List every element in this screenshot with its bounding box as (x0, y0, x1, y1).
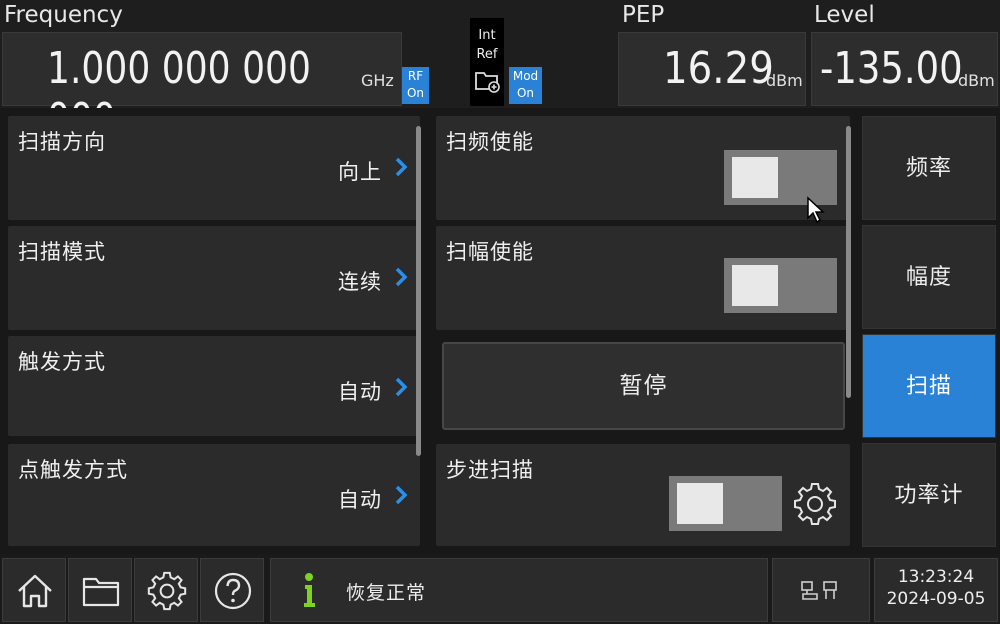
rf-badge-line1: RF (407, 69, 424, 83)
file-manager-button[interactable] (68, 558, 132, 622)
freq-sweep-title: 扫频使能 (446, 130, 534, 154)
folder-add-icon (475, 72, 500, 93)
status-bar: 恢复正常 (270, 558, 768, 622)
frequency-unit: GHz (361, 71, 394, 90)
amp-sweep-cell: 扫幅使能 (436, 226, 850, 330)
toggle-knob (732, 157, 778, 198)
mod-badge-line1: Mod (512, 69, 539, 83)
chevron-right-icon (395, 377, 408, 397)
pep-unit: dBm (766, 71, 803, 90)
sidebar-item-amplitude[interactable]: 幅度 (862, 225, 996, 329)
clock: 13:23:24 2024-09-05 (874, 558, 998, 622)
toggle-knob (732, 265, 778, 306)
sweep-direction-value: 向上 (338, 160, 382, 184)
settings-button[interactable] (134, 558, 198, 622)
amp-sweep-title: 扫幅使能 (446, 240, 534, 264)
point-trigger-mode-value: 自动 (338, 488, 382, 512)
frequency-display[interactable]: 1.000 000 000 000 GHz (2, 32, 402, 145)
sweep-mode-value: 连续 (338, 270, 382, 294)
network-status[interactable] (772, 558, 870, 622)
mod-on-badge[interactable]: Mod On (509, 67, 542, 104)
sweep-direction-title: 扫描方向 (18, 130, 106, 154)
point-trigger-mode-cell[interactable]: 点触发方式 自动 (8, 444, 420, 546)
rf-badge-line2: On (406, 86, 425, 100)
rf-on-badge[interactable]: RF On (402, 67, 429, 104)
trigger-mode-title: 触发方式 (18, 350, 106, 374)
pep-label: PEP (622, 2, 665, 28)
folder-icon (82, 577, 120, 607)
status-message: 恢复正常 (346, 582, 427, 604)
sidebar-item-frequency[interactable]: 频率 (862, 116, 996, 220)
help-button[interactable] (200, 558, 264, 622)
sweep-direction-cell[interactable]: 扫描方向 向上 (8, 116, 420, 220)
trigger-mode-cell[interactable]: 触发方式 自动 (8, 336, 420, 436)
left-scrollbar[interactable] (416, 126, 421, 456)
sidebar-item-power-meter[interactable]: 功率计 (862, 443, 996, 547)
sweep-mode-cell[interactable]: 扫描模式 连续 (8, 226, 420, 330)
sidebar-item-sweep[interactable]: 扫描 (862, 334, 996, 438)
pep-value: 16.29 (663, 43, 774, 94)
trigger-mode-value: 自动 (338, 380, 382, 404)
level-unit: dBm (958, 71, 995, 90)
level-label: Level (814, 2, 875, 28)
mouse-cursor-icon (807, 196, 825, 224)
sweep-mode-title: 扫描模式 (18, 240, 106, 264)
ref-line1: Int (478, 28, 496, 43)
right-scrollbar[interactable] (846, 126, 851, 398)
frequency-label: Frequency (4, 2, 123, 28)
home-icon (18, 574, 52, 608)
clock-date: 2024-09-05 (886, 589, 986, 609)
toggle-knob (677, 483, 723, 524)
level-value: -135.00 (820, 43, 963, 94)
home-button[interactable] (2, 558, 66, 622)
point-trigger-mode-title: 点触发方式 (18, 458, 128, 482)
chevron-right-icon (395, 485, 408, 505)
chevron-right-icon (395, 267, 408, 287)
pause-button[interactable]: 暂停 (442, 342, 845, 430)
level-display[interactable]: -135.00 dBm (811, 32, 998, 106)
freq-sweep-cell: 扫频使能 (436, 116, 850, 220)
info-icon (304, 573, 315, 607)
gear-icon[interactable] (793, 482, 837, 526)
amp-sweep-toggle[interactable] (724, 258, 837, 313)
step-sweep-cell: 步进扫描 (436, 444, 850, 546)
chevron-right-icon (395, 157, 408, 177)
gear-icon (147, 571, 187, 611)
clock-time: 13:23:24 (897, 567, 975, 587)
mod-badge-line2: On (516, 86, 535, 100)
pep-display: 16.29 dBm (618, 32, 806, 106)
reference-indicator[interactable]: Int Ref (470, 18, 504, 106)
help-icon (214, 572, 252, 610)
ref-line2: Ref (476, 47, 498, 62)
step-sweep-toggle[interactable] (669, 476, 782, 531)
network-icon (801, 581, 837, 600)
step-sweep-title: 步进扫描 (446, 458, 534, 482)
